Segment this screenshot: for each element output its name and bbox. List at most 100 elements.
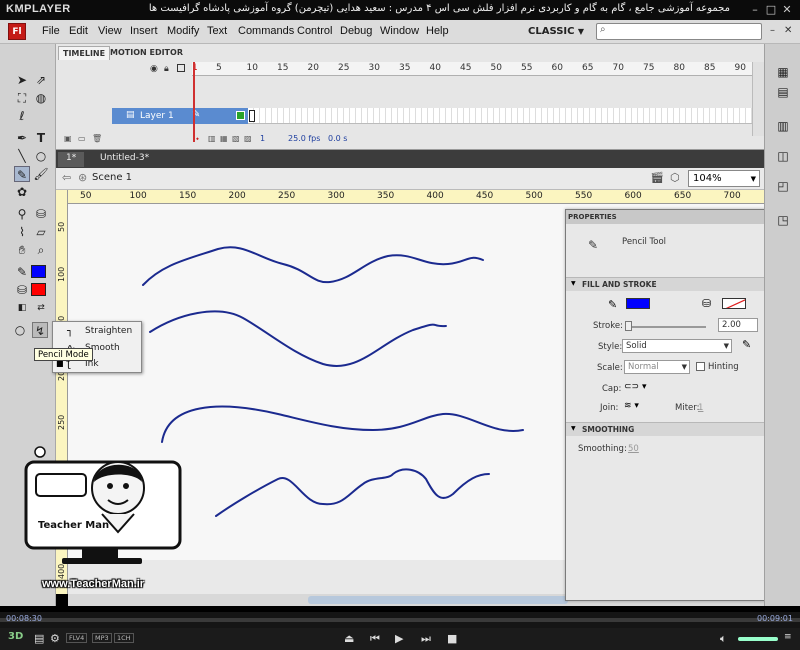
playlist-icon[interactable]: ▤ — [34, 632, 44, 645]
menu-window[interactable]: Window — [380, 25, 419, 37]
edit-scene-icon[interactable]: 🎬︎ — [650, 171, 664, 184]
3d-rotation-tool-icon[interactable]: ◍ — [33, 90, 49, 106]
join-select[interactable]: ≋ ▾ — [624, 401, 652, 414]
volume-icon[interactable]: 🔈︎ — [720, 632, 727, 646]
maximize-icon[interactable]: □ — [764, 3, 778, 16]
pencil-stroke[interactable] — [215, 468, 490, 517]
eraser-tool-icon[interactable]: ▱ — [33, 224, 49, 240]
3d-icon[interactable]: 3D — [8, 631, 23, 642]
volume-slider[interactable] — [738, 637, 778, 641]
stroke-slider[interactable] — [626, 326, 706, 328]
swatches-panel-icon[interactable]: ▤ — [775, 84, 791, 100]
settings-gear-icon[interactable]: ⚙ — [50, 632, 60, 645]
hand-tool-icon[interactable]: ✋︎ — [14, 242, 30, 258]
progress-track[interactable] — [0, 618, 800, 622]
subselection-tool-icon[interactable]: ⇗ — [33, 72, 49, 88]
close-icon[interactable]: ✕ — [780, 3, 794, 16]
brush-tool-icon[interactable]: 🖌︎ — [33, 166, 49, 182]
pencil-stroke[interactable] — [161, 405, 524, 443]
smoothing-value[interactable]: 50 — [628, 444, 639, 454]
black-white-icon[interactable]: ◧ — [14, 300, 30, 316]
tab-document-1[interactable]: 1* — [58, 152, 85, 167]
stroke-slider-thumb[interactable] — [625, 321, 632, 331]
deco-tool-icon[interactable]: ✿ — [14, 184, 30, 200]
app-close-icon[interactable]: ✕ — [784, 25, 792, 36]
pencil-stroke[interactable] — [149, 310, 447, 367]
text-tool-icon[interactable]: T — [33, 130, 49, 146]
center-frame-icon[interactable]: ⬩ — [196, 134, 199, 144]
scale-select[interactable]: Normal ▼ — [624, 360, 690, 374]
paint-bucket-tool-icon[interactable]: ⛁ — [33, 206, 49, 222]
menu-icon[interactable]: ≡ — [784, 632, 792, 642]
fill-stroke-section-header[interactable]: FILL AND STROKE — [566, 277, 782, 291]
hinting-checkbox[interactable] — [696, 362, 705, 371]
stop-icon[interactable]: ■ — [447, 632, 457, 645]
back-arrow-icon[interactable]: ⇦ — [62, 171, 71, 184]
previous-icon[interactable]: ⏮ — [370, 632, 380, 646]
pencil-tool-icon[interactable]: ✎ — [14, 166, 30, 182]
menu-file[interactable]: File — [42, 25, 60, 37]
modify-markers-icon[interactable]: ▨ — [244, 134, 252, 143]
stroke-color-swatch[interactable] — [626, 298, 650, 309]
new-folder-icon[interactable]: ▭ — [78, 134, 86, 143]
onion-skin-icon[interactable]: ▥ — [208, 134, 216, 143]
player-logo[interactable]: KMPLAYER — [6, 3, 71, 15]
selection-tool-icon[interactable]: ➤ — [14, 72, 30, 88]
play-icon[interactable]: ▶ — [395, 632, 403, 645]
playhead[interactable] — [193, 62, 195, 142]
delete-layer-icon[interactable]: 🗑︎ — [92, 134, 102, 143]
zoom-tool-icon[interactable]: ⌕ — [33, 242, 49, 258]
app-minimize-icon[interactable]: – — [770, 25, 775, 36]
scene-name[interactable]: Scene 1 — [92, 172, 132, 183]
menu-debug[interactable]: Debug — [340, 25, 372, 37]
align-panel-icon[interactable]: ▥ — [775, 118, 791, 134]
miter-value[interactable]: 1 — [698, 403, 703, 413]
tab-motion-editor[interactable]: MOTION EDITOR — [106, 46, 187, 60]
line-tool-icon[interactable]: ╲ — [14, 148, 30, 164]
watermark-url[interactable]: www.TeacherMan.ir — [42, 578, 144, 590]
swap-colors-icon[interactable]: ⇄ — [33, 300, 49, 316]
help-search-input[interactable]: ⌕ — [596, 23, 762, 40]
layer-color-swatch[interactable] — [236, 111, 245, 120]
scroll-thumb[interactable] — [308, 596, 568, 604]
eject-icon[interactable]: ⏏ — [344, 632, 354, 645]
lasso-tool-icon[interactable]: ℓ — [14, 108, 30, 124]
new-layer-icon[interactable]: ▣ — [64, 134, 72, 143]
tab-timeline[interactable]: TIMELINE — [58, 46, 111, 60]
color-panel-icon[interactable]: ▦ — [775, 64, 791, 80]
onion-outline-icon[interactable]: ▦ — [220, 134, 228, 143]
edit-stroke-style-icon[interactable]: ✎ — [742, 338, 751, 351]
keyframe[interactable] — [249, 110, 255, 122]
lock-icon[interactable]: 🔒︎ — [164, 64, 169, 74]
menu-text[interactable]: Text — [207, 25, 227, 37]
free-transform-tool-icon[interactable]: ⛶ — [14, 90, 30, 106]
edit-symbols-icon[interactable]: ⬡ — [670, 171, 680, 184]
fill-color-swatch[interactable] — [31, 283, 46, 296]
next-icon[interactable]: ⏭ — [421, 632, 431, 646]
frame-rate[interactable]: 25.0 fps — [288, 134, 320, 143]
menu-item-straighten[interactable]: Straighten — [85, 326, 132, 336]
menu-edit[interactable]: Edit — [69, 25, 88, 37]
library-panel-icon[interactable]: ◳ — [775, 212, 791, 228]
menu-insert[interactable]: Insert — [130, 25, 158, 37]
eye-icon[interactable]: ◉ — [150, 64, 158, 74]
stroke-width-input[interactable]: 2.00 — [718, 318, 758, 332]
menu-modify[interactable]: Modify — [167, 25, 199, 37]
time-total[interactable]: 00:09:01 — [757, 614, 793, 623]
timeline-scrollbar[interactable] — [752, 62, 764, 136]
menu-commands[interactable]: Commands — [238, 25, 294, 37]
components-panel-icon[interactable]: ◰ — [775, 178, 791, 194]
menu-view[interactable]: View — [98, 25, 122, 37]
minimize-icon[interactable]: – — [748, 3, 762, 16]
edit-multiple-icon[interactable]: ▧ — [232, 134, 240, 143]
outline-icon[interactable] — [177, 64, 185, 72]
oval-tool-icon[interactable]: ○ — [33, 148, 49, 164]
pen-tool-icon[interactable]: ✒ — [14, 130, 30, 146]
object-drawing-icon[interactable]: ○ — [12, 322, 28, 338]
frames-grid[interactable] — [248, 108, 800, 124]
workspace-switcher[interactable]: CLASSIC ▼ — [522, 23, 586, 40]
cap-select[interactable]: ⊂⊃ ▾ — [624, 382, 652, 395]
player-progress-bar[interactable]: 00:08:30 00:09:01 — [0, 612, 800, 628]
transform-panel-icon[interactable]: ◫ — [775, 148, 791, 164]
bone-tool-icon[interactable]: ⚲ — [14, 206, 30, 222]
